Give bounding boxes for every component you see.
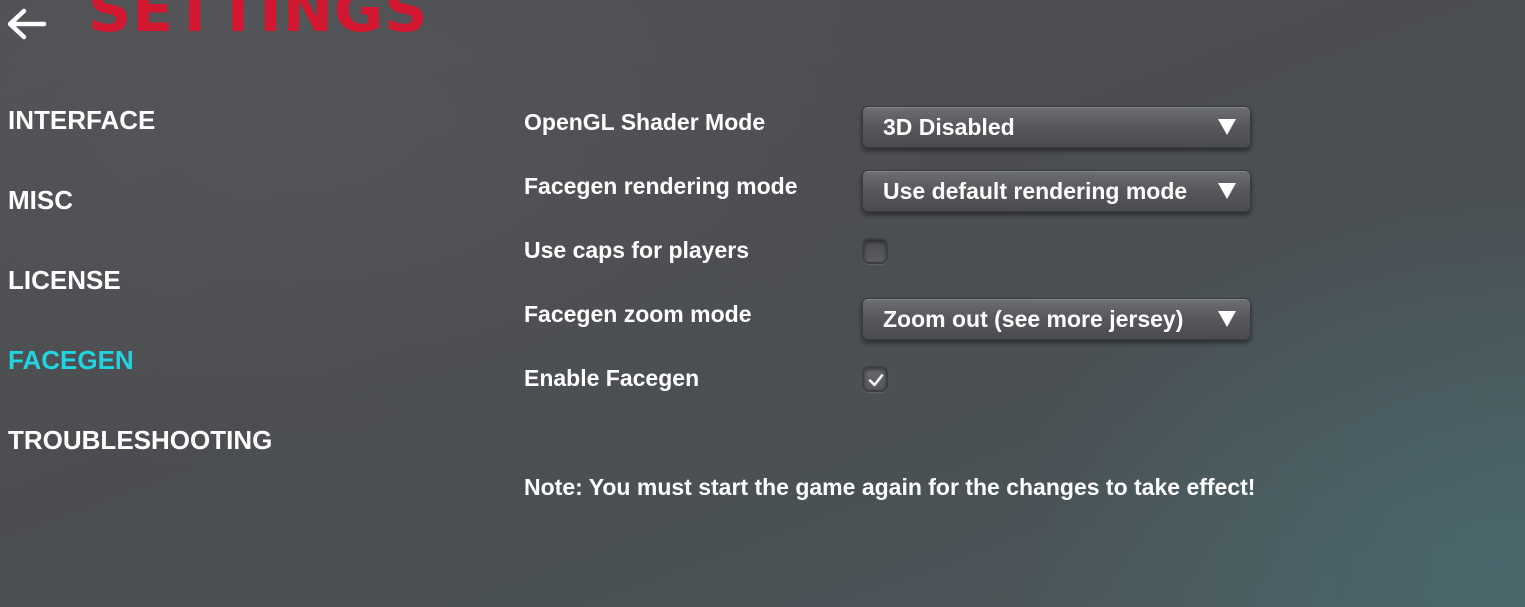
sidebar-item-facegen[interactable]: FACEGEN (8, 345, 134, 375)
dropdown-value: Use default rendering mode (883, 178, 1188, 204)
triangle-down-icon (1218, 119, 1236, 135)
facegen-rendering-mode-label: Facegen rendering mode (524, 173, 798, 199)
sidebar-item-interface[interactable]: INTERFACE (8, 105, 155, 135)
triangle-down-icon (1218, 183, 1236, 199)
sidebar-item-misc[interactable]: MISC (8, 185, 73, 215)
dropdown-value: 3D Disabled (883, 114, 1015, 140)
facegen-zoom-mode-label: Facegen zoom mode (524, 301, 752, 327)
restart-note: Note: You must start the game again for … (524, 474, 1256, 500)
opengl-shader-mode-label: OpenGL Shader Mode (524, 109, 766, 135)
dropdown-value: Zoom out (see more jersey) (883, 306, 1184, 332)
enable-facegen-label: Enable Facegen (524, 365, 700, 391)
use-caps-for-players-label: Use caps for players (524, 237, 750, 263)
checkmark-icon (868, 374, 884, 387)
sidebar-item-license[interactable]: LICENSE (8, 265, 121, 295)
triangle-down-icon (1218, 311, 1236, 327)
facegen-zoom-mode-dropdown[interactable]: Zoom out (see more jersey) (862, 298, 1251, 340)
sidebar-item-troubleshooting[interactable]: TROUBLESHOOTING (8, 425, 272, 455)
use-caps-for-players-checkbox[interactable] (862, 238, 888, 264)
enable-facegen-checkbox[interactable] (862, 366, 888, 392)
back-arrow-icon[interactable] (4, 2, 48, 46)
page-title: SETTINGS (88, 0, 429, 46)
facegen-rendering-mode-dropdown[interactable]: Use default rendering mode (862, 170, 1251, 212)
opengl-shader-mode-dropdown[interactable]: 3D Disabled (862, 106, 1251, 148)
